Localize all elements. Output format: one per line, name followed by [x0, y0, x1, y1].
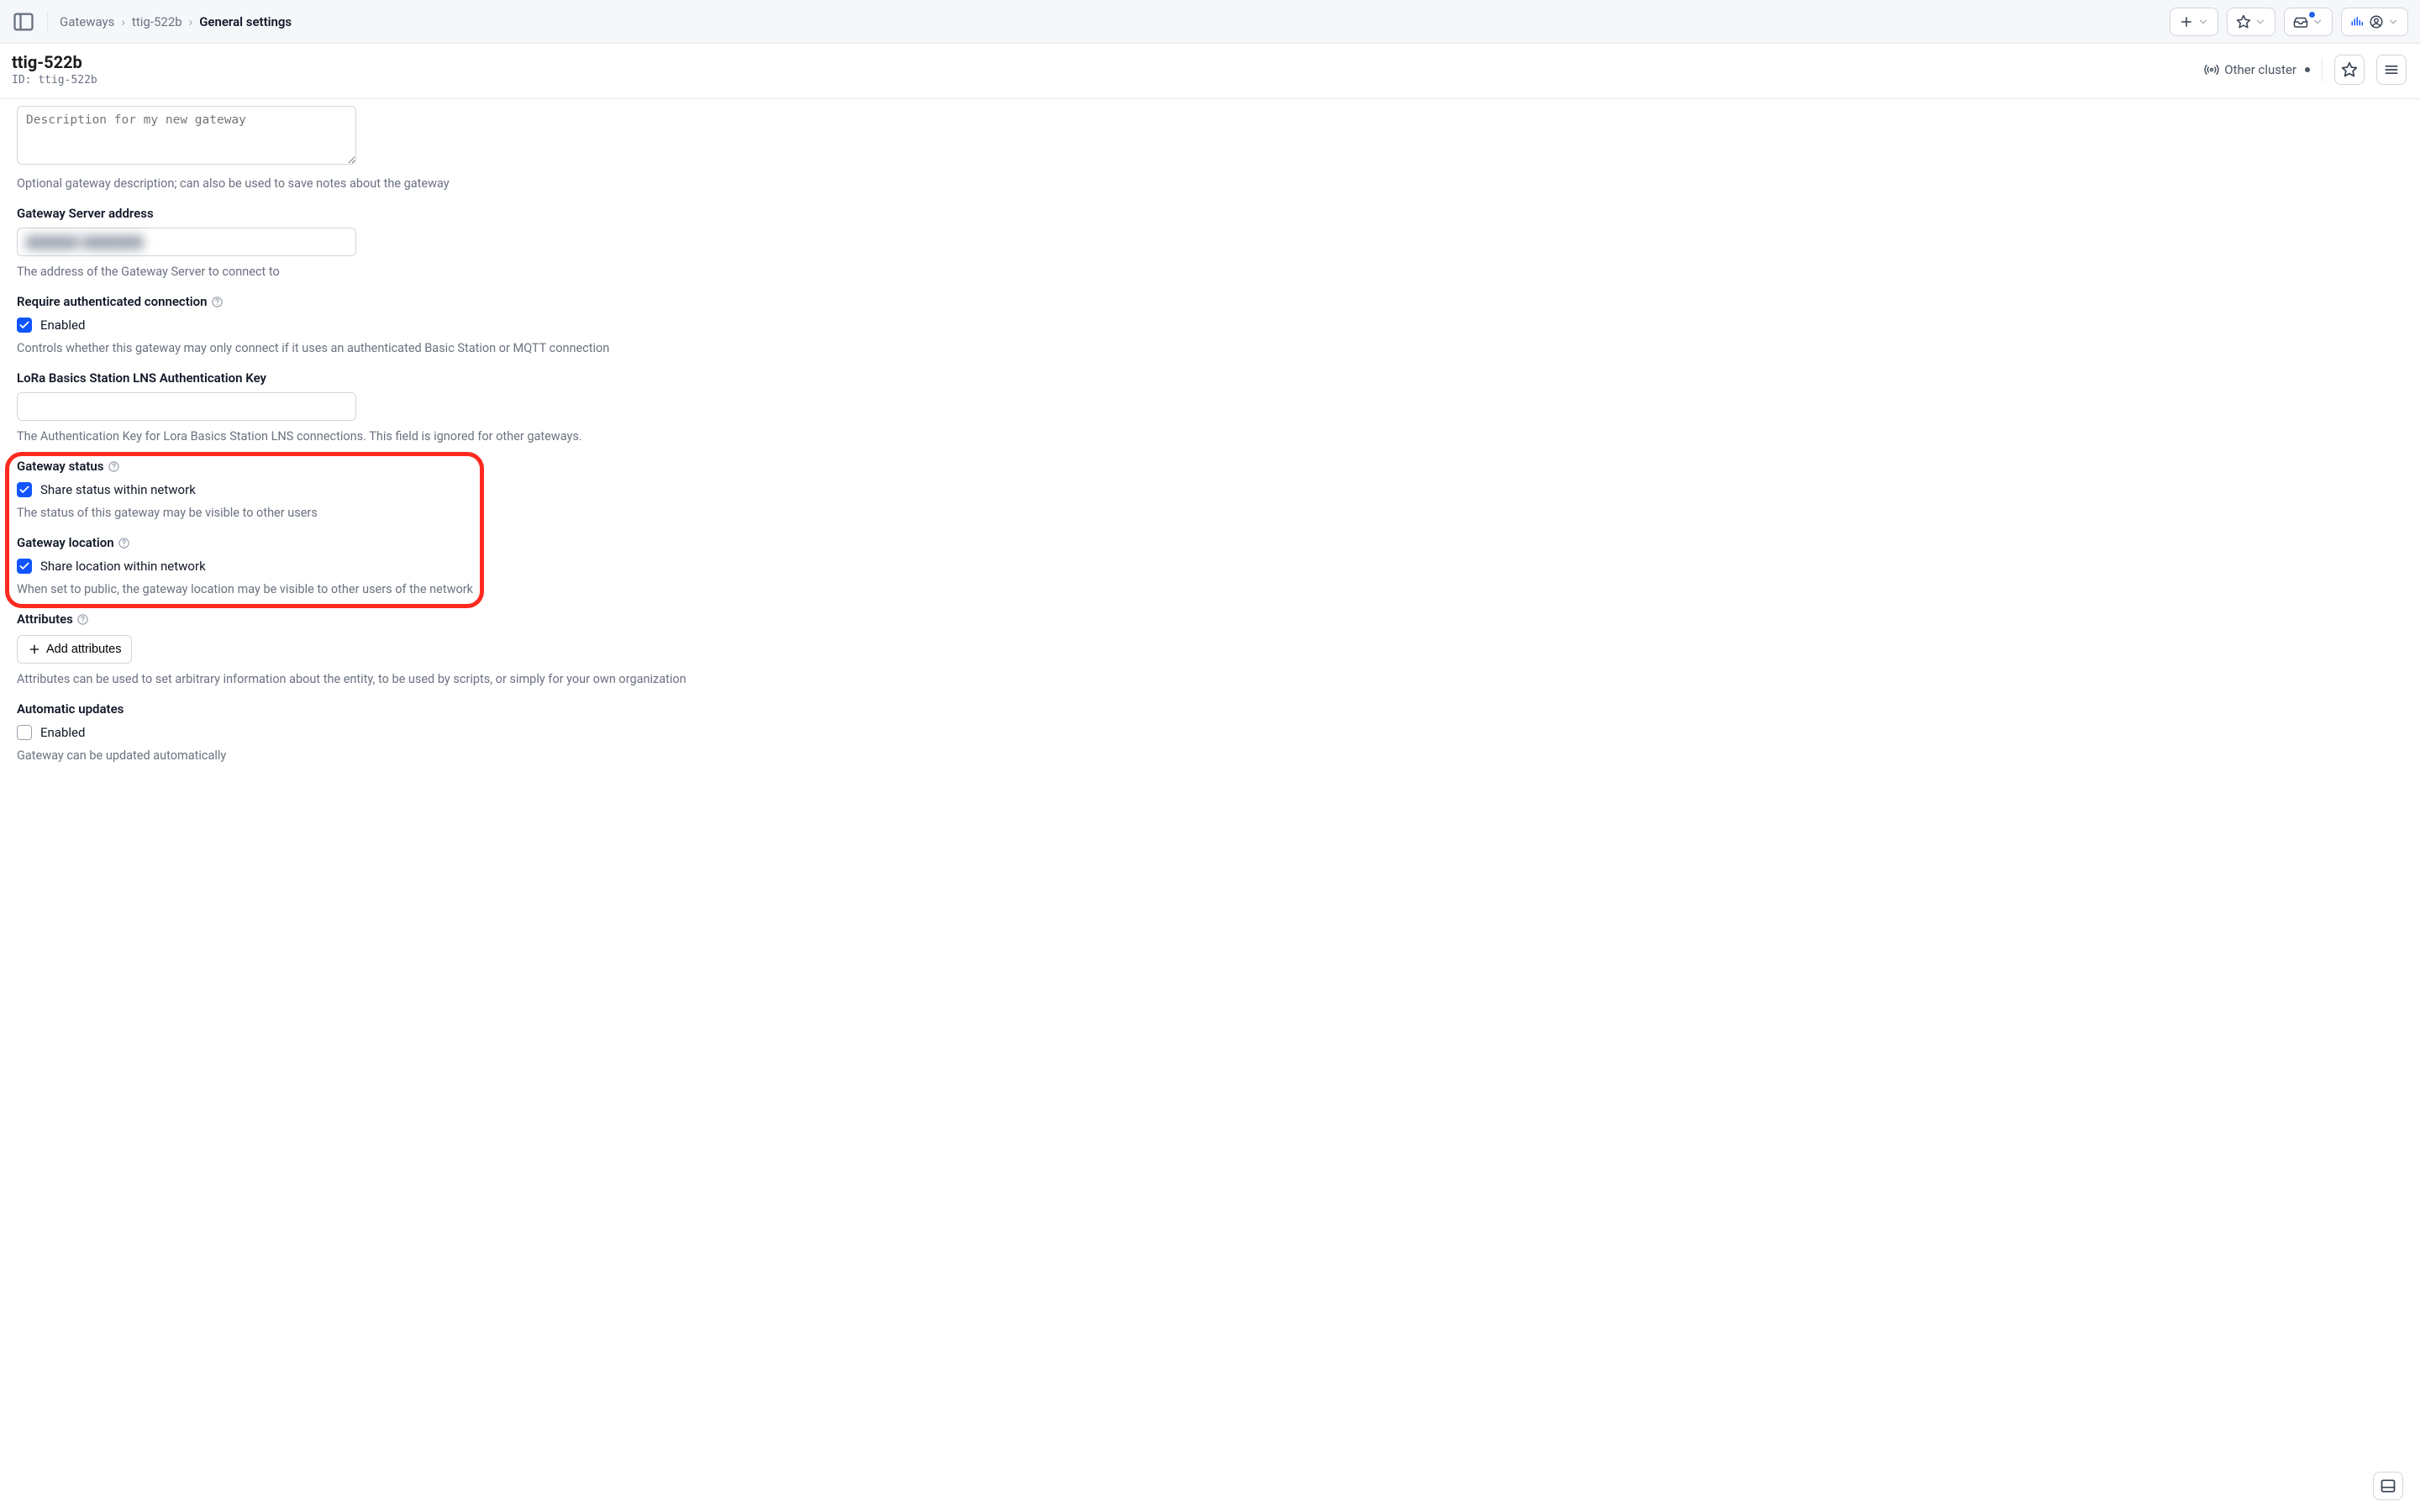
field-auth-connection: Require authenticated connection Enabled…: [17, 294, 2403, 355]
breadcrumb-gateways[interactable]: Gateways: [60, 14, 114, 29]
field-gateway-location: Gateway location Share location within n…: [17, 535, 2403, 596]
chevron-right-icon: ›: [121, 14, 125, 29]
id-label: ID:: [12, 74, 38, 87]
gw-location-label: Gateway location: [17, 535, 2403, 550]
breadcrumb-current: General settings: [199, 14, 292, 29]
broadcast-icon: [2204, 62, 2219, 77]
gw-location-checkbox-label: Share location within network: [40, 559, 206, 574]
more-menu-button[interactable]: [2376, 55, 2407, 85]
auto-updates-label: Automatic updates: [17, 701, 2403, 717]
auto-updates-checkbox[interactable]: Enabled: [17, 725, 2403, 740]
auto-updates-checkbox-label: Enabled: [40, 725, 85, 740]
gw-location-hint: When set to public, the gateway location…: [17, 582, 2403, 596]
field-gateway-server-address: Gateway Server address ██████ ███████ Th…: [17, 206, 2403, 279]
attributes-label: Attributes: [17, 612, 2403, 627]
vertical-divider: [2322, 58, 2323, 81]
plus-icon: [2179, 14, 2194, 29]
panel-left-icon: [12, 10, 35, 34]
gw-status-checkbox[interactable]: Share status within network: [17, 482, 2403, 497]
auth-conn-checkbox-label: Enabled: [40, 318, 85, 333]
chevron-down-icon: [2254, 16, 2266, 28]
status-dot-icon: [2305, 67, 2310, 72]
auth-conn-label-text: Require authenticated connection: [17, 294, 208, 309]
panel-bottom-icon: [2380, 1478, 2396, 1494]
field-auto-updates: Automatic updates Enabled Gateway can be…: [17, 701, 2403, 763]
star-icon: [2341, 61, 2358, 78]
brand-logo-icon: [2350, 14, 2365, 29]
gsa-hint: The address of the Gateway Server to con…: [17, 265, 2403, 279]
inbox-menu-button[interactable]: [2284, 8, 2333, 36]
account-menu-button[interactable]: [2341, 8, 2408, 36]
chevron-down-icon: [2312, 16, 2323, 28]
breadcrumb: Gateways › ttig-522b › General settings: [60, 14, 292, 29]
top-bar: Gateways › ttig-522b › General settings: [0, 0, 2420, 44]
sidebar-toggle-button[interactable]: [12, 10, 35, 34]
add-menu-button[interactable]: [2170, 8, 2218, 36]
breadcrumb-gateway-id[interactable]: ttig-522b: [132, 14, 182, 29]
id-value: ttig-522b: [38, 74, 97, 87]
inbox-icon: [2293, 14, 2308, 29]
auto-updates-hint: Gateway can be updated automatically: [17, 748, 2403, 763]
cluster-indicator[interactable]: Other cluster: [2204, 62, 2310, 77]
topbar-right: [2170, 8, 2408, 36]
chevron-down-icon: [2387, 16, 2399, 28]
check-icon: [18, 484, 30, 496]
page-title: ttig-522b: [12, 52, 97, 72]
gsa-masked-value: ██████ ███████: [26, 235, 144, 249]
check-icon: [18, 319, 30, 331]
lns-key-input[interactable]: [17, 392, 356, 421]
attributes-hint: Attributes can be used to set arbitrary …: [17, 672, 2403, 686]
cluster-text: Other cluster: [2224, 62, 2296, 77]
star-icon: [2236, 14, 2251, 29]
checkbox-icon: [17, 318, 32, 333]
vertical-divider: [47, 11, 48, 33]
page-header: ttig-522b ID: ttig-522b Other cluster: [0, 44, 2420, 99]
help-circle-icon[interactable]: [76, 613, 89, 626]
field-description: Optional gateway description; can also b…: [17, 99, 2403, 191]
checkbox-icon: [17, 725, 32, 740]
entity-id: ID: ttig-522b: [12, 74, 97, 87]
menu-icon: [2383, 61, 2400, 78]
gw-status-hint: The status of this gateway may be visibl…: [17, 506, 2403, 520]
chevron-right-icon: ›: [189, 14, 193, 29]
add-attributes-label: Add attributes: [46, 643, 121, 656]
gw-location-checkbox[interactable]: Share location within network: [17, 559, 2403, 574]
gsa-label: Gateway Server address: [17, 206, 2403, 221]
checkbox-icon: [17, 482, 32, 497]
field-lns-key: LoRa Basics Station LNS Authentication K…: [17, 370, 2403, 444]
topbar-left: Gateways › ttig-522b › General settings: [12, 10, 292, 34]
description-hint: Optional gateway description; can also b…: [17, 176, 2403, 191]
gw-status-label-text: Gateway status: [17, 459, 104, 474]
help-circle-icon[interactable]: [108, 460, 120, 473]
field-attributes: Attributes Add attributes Attributes can…: [17, 612, 2403, 686]
gw-status-checkbox-label: Share status within network: [40, 482, 196, 497]
help-circle-icon[interactable]: [118, 537, 130, 549]
favorites-menu-button[interactable]: [2227, 8, 2275, 36]
user-circle-icon: [2369, 14, 2384, 29]
attributes-label-text: Attributes: [17, 612, 73, 627]
page-title-block: ttig-522b ID: ttig-522b: [12, 52, 97, 87]
gw-status-label: Gateway status: [17, 459, 2403, 474]
header-actions: Other cluster: [2204, 55, 2407, 85]
lns-key-hint: The Authentication Key for Lora Basics S…: [17, 429, 2403, 444]
description-input[interactable]: [17, 106, 356, 165]
settings-form: Optional gateway description; can also b…: [0, 99, 2420, 830]
auth-conn-hint: Controls whether this gateway may only c…: [17, 341, 2403, 355]
favorite-toggle-button[interactable]: [2334, 55, 2365, 85]
auth-conn-checkbox[interactable]: Enabled: [17, 318, 2403, 333]
help-circle-icon[interactable]: [211, 296, 224, 308]
gsa-input[interactable]: ██████ ███████: [17, 228, 356, 256]
field-gateway-status: Gateway status Share status within netwo…: [17, 459, 2403, 520]
lns-key-label: LoRa Basics Station LNS Authentication K…: [17, 370, 2403, 386]
panel-bottom-button[interactable]: [2373, 1472, 2403, 1500]
chevron-down-icon: [2197, 16, 2209, 28]
auth-conn-label: Require authenticated connection: [17, 294, 2403, 309]
plus-icon: [28, 643, 41, 656]
gw-location-label-text: Gateway location: [17, 535, 114, 550]
checkbox-icon: [17, 559, 32, 574]
check-icon: [18, 560, 30, 572]
add-attributes-button[interactable]: Add attributes: [17, 635, 132, 664]
